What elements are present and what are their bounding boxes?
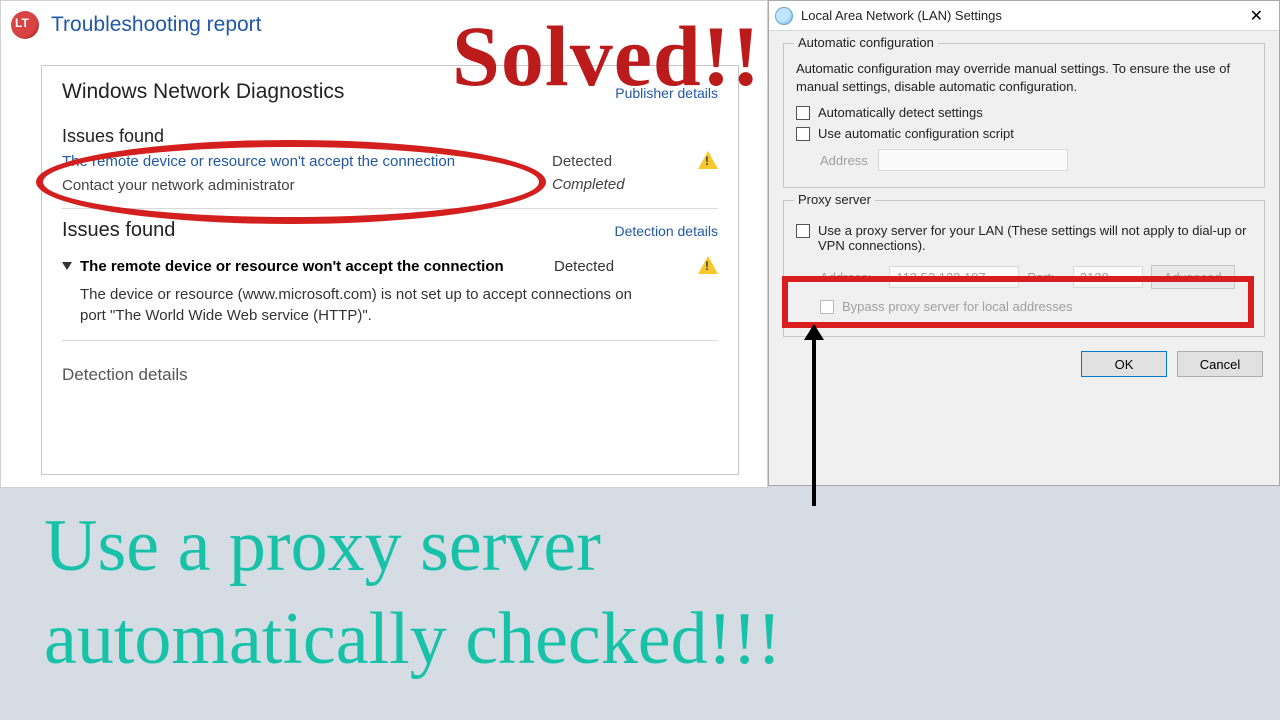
issue-1-sub-status: Completed [552, 176, 672, 193]
auto-detect-label: Automatically detect settings [818, 105, 983, 120]
auto-config-label: Automatic configuration [794, 35, 938, 50]
detection-details-cutoff: Detection details [62, 365, 718, 385]
caption-line1: Use a proxy server [44, 500, 1250, 593]
caption-overlay: Use a proxy server automatically checked… [44, 500, 1250, 685]
proxy-port-label: Port: [1027, 270, 1054, 285]
auto-script-row[interactable]: Use automatic configuration script [796, 126, 1252, 141]
diagnostics-title: Windows Network Diagnostics [62, 80, 344, 104]
proxy-address-input [889, 266, 1019, 288]
issue-2-description: The device or resource (www.microsoft.co… [80, 284, 640, 326]
globe-icon [775, 7, 793, 25]
divider [62, 208, 718, 209]
auto-address-label: Address [820, 153, 868, 168]
issues-found-heading: Issues found [62, 219, 175, 242]
proxy-bypass-label: Bypass proxy server for local addresses [842, 299, 1072, 314]
lan-title: Local Area Network (LAN) Settings [801, 8, 1240, 23]
proxy-use-row[interactable]: Use a proxy server for your LAN (These s… [796, 223, 1252, 253]
issue-1-link[interactable]: The remote device or resource won't acce… [62, 153, 552, 170]
proxy-address-row: Address: Port: Advanced [820, 265, 1252, 289]
proxy-use-checkbox[interactable] [796, 224, 810, 238]
divider [62, 340, 718, 341]
issue-2-row[interactable]: The remote device or resource won't acce… [62, 256, 718, 276]
issues-found-label: Issues found [62, 126, 718, 147]
auto-address-row: Address [820, 149, 1252, 171]
proxy-group: Proxy server Use a proxy server for your… [783, 200, 1265, 337]
proxy-address-label: Address: [820, 270, 871, 285]
auto-script-label: Use automatic configuration script [818, 126, 1014, 141]
issue-2-status: Detected [554, 258, 614, 275]
app-logo-icon [11, 11, 39, 39]
issue-row-1-sub: Contact your network administrator Compl… [62, 175, 718, 194]
ok-button[interactable]: OK [1081, 351, 1167, 377]
troubleshoot-header: Troubleshooting report [1, 1, 767, 47]
warning-icon [698, 256, 718, 276]
auto-script-checkbox[interactable] [796, 127, 810, 141]
issue-1-sub: Contact your network administrator [62, 177, 552, 194]
proxy-bypass-checkbox [820, 300, 834, 314]
dialog-button-row: OK Cancel [769, 337, 1279, 391]
auto-detect-checkbox[interactable] [796, 106, 810, 120]
auto-address-input [878, 149, 1068, 171]
detection-details-link[interactable]: Detection details [614, 223, 718, 239]
proxy-group-label: Proxy server [794, 192, 875, 207]
close-button[interactable]: ✕ [1240, 4, 1273, 28]
issue-2-label: The remote device or resource won't acce… [80, 258, 554, 275]
troubleshoot-title: Troubleshooting report [51, 13, 262, 37]
warning-icon [698, 151, 718, 171]
cancel-button[interactable]: Cancel [1177, 351, 1263, 377]
auto-config-group: Automatic configuration Automatic config… [783, 43, 1265, 188]
advanced-button: Advanced [1151, 265, 1235, 289]
troubleshooting-window: Troubleshooting report Windows Network D… [0, 0, 768, 488]
issue-row-1: The remote device or resource won't acce… [62, 151, 718, 171]
proxy-bypass-row: Bypass proxy server for local addresses [820, 299, 1252, 314]
diagnostics-box: Windows Network Diagnostics Publisher de… [41, 65, 739, 475]
caption-line2: automatically checked!!! [44, 593, 1250, 686]
lan-settings-dialog: Local Area Network (LAN) Settings ✕ Auto… [768, 0, 1280, 486]
lan-titlebar: Local Area Network (LAN) Settings ✕ [769, 1, 1279, 31]
issue-1-status: Detected [552, 153, 672, 170]
auto-config-desc: Automatic configuration may override man… [796, 60, 1252, 95]
proxy-use-label: Use a proxy server for your LAN (These s… [818, 223, 1252, 253]
chevron-down-icon [62, 262, 72, 270]
proxy-port-input [1073, 266, 1143, 288]
publisher-details-link[interactable]: Publisher details [615, 85, 718, 101]
auto-detect-row[interactable]: Automatically detect settings [796, 105, 1252, 120]
